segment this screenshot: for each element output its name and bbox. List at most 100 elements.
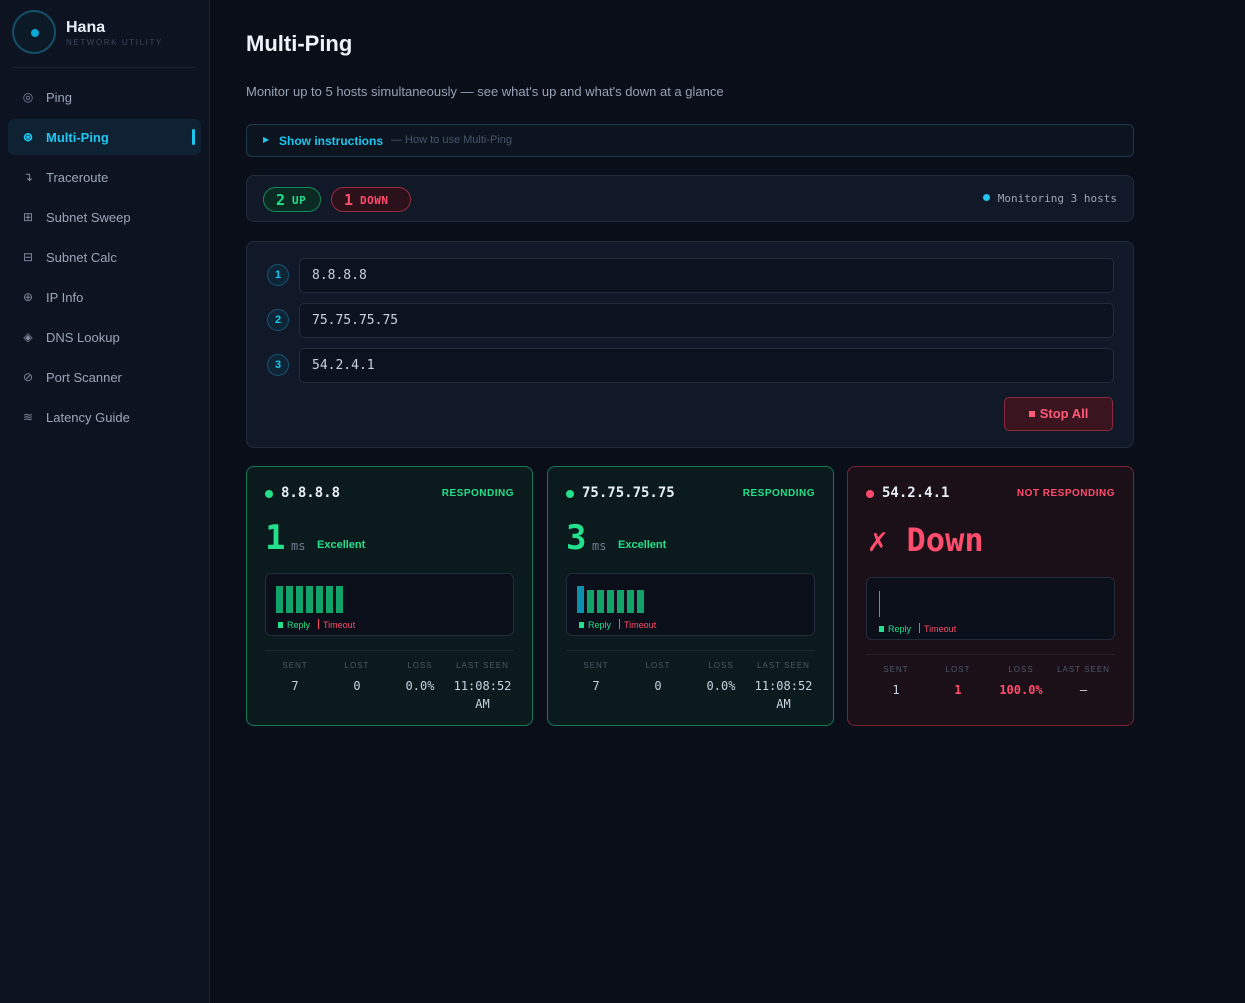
sidebar-item-label: Multi-Ping <box>46 130 109 145</box>
stat-last-seen: LAST SEEN — <box>1052 665 1115 699</box>
sidebar-item-label: Subnet Sweep <box>46 210 131 225</box>
host-row: 3 <box>267 348 1114 383</box>
sidebar-item-label: IP Info <box>46 290 84 305</box>
reply-bar <box>597 590 604 613</box>
monitoring-status: Monitoring 3 hosts <box>982 192 1117 205</box>
sidebar-item-multi-ping[interactable]: ⊛ Multi-Ping <box>8 119 201 155</box>
latency-value: 3 <box>566 518 587 558</box>
sidebar-item-ping[interactable]: ◎ Ping <box>8 79 201 115</box>
brand-subtitle: NETWORK UTILITY <box>66 38 163 47</box>
up-label: UP <box>292 194 307 207</box>
latency-unit: ms <box>592 539 607 553</box>
sidebar-item-subnet-sweep[interactable]: ⊞ Subnet Sweep <box>8 199 201 235</box>
host-index-badge: 3 <box>267 354 289 376</box>
stat-value: 11:08:52 AM <box>453 679 512 711</box>
stat-label: LOST <box>645 661 671 670</box>
subnet-sweep-icon: ⊞ <box>22 210 34 224</box>
host-input[interactable] <box>299 348 1114 383</box>
subnet-calc-icon: ⊟ <box>22 250 34 264</box>
legend-timeout: Timeout <box>619 619 656 630</box>
card-stats: SENT 7 LOST 0 LOSS 0.0% LAST SEEN 11:08:52 AM <box>566 650 815 711</box>
spark-legend: Reply Timeout <box>579 619 656 630</box>
host-card: 54.2.4.1 NOT RESPONDING ✗ Down Reply Timeout… <box>847 466 1134 726</box>
sidebar-item-label: Traceroute <box>46 170 109 185</box>
up-badge: 2 UP <box>263 187 321 212</box>
stat-last-seen: LAST SEEN 11:08:52 AM <box>752 661 815 713</box>
down-badge: 1 DOWN <box>331 187 411 212</box>
reply-bar <box>607 590 614 613</box>
page-title: Multi-Ping <box>246 31 353 56</box>
ping-icon: ◎ <box>22 90 34 104</box>
dns-lookup-icon: ◈ <box>23 330 33 344</box>
reply-bar <box>286 586 293 613</box>
stat-value: 7 <box>291 679 299 693</box>
stat-loss: LOSS 0.0% <box>690 661 752 695</box>
legend-reply: Reply <box>879 624 911 634</box>
stat-value: 100.0% <box>999 683 1043 697</box>
reply-bar <box>336 586 343 613</box>
stat-label: SENT <box>583 661 609 670</box>
card-status: RESPONDING <box>742 488 815 499</box>
sidebar: Hana NETWORK UTILITY ◎ Ping ⊛ Multi-Ping ↴ Tr… <box>0 0 210 1003</box>
spark-bars <box>577 582 777 613</box>
up-count: 2 <box>276 191 286 209</box>
sidebar-item-label: DNS Lookup <box>46 330 120 345</box>
status-dot-icon <box>265 490 273 498</box>
card-host-name: 54.2.4.1 <box>882 485 950 501</box>
status-summary: 2 UP 1 DOWN Monitoring 3 hosts <box>246 175 1134 222</box>
stat-sent: SENT 1 <box>866 665 926 699</box>
latency-guide-icon: ≋ <box>22 410 34 424</box>
stat-value: 1 <box>954 683 962 697</box>
sidebar-item-port-scanner[interactable]: ⊘ Port Scanner <box>8 359 201 395</box>
sidebar-item-dns-lookup[interactable]: ◈ DNS Lookup <box>8 319 201 355</box>
sidebar-item-traceroute[interactable]: ↴ Traceroute <box>8 159 201 195</box>
host-row: 2 <box>267 303 1114 338</box>
stat-label: LAST SEEN <box>1057 665 1110 674</box>
status-dot-icon <box>566 490 574 498</box>
latency-quality: Excellent <box>317 539 366 551</box>
live-dot-icon <box>982 194 990 201</box>
stat-lost: LOST 0 <box>628 661 688 695</box>
stat-value: 11:08:52 AM <box>754 679 813 711</box>
page-subtitle: Monitor up to 5 hosts simultaneously — s… <box>246 84 724 99</box>
multi-ping-icon: ⊛ <box>22 130 34 144</box>
latency-sparkline: Reply Timeout <box>265 573 514 636</box>
down-count: 1 <box>344 191 354 209</box>
logo-icon <box>12 10 56 54</box>
brand: Hana NETWORK UTILITY <box>12 10 196 68</box>
reply-bar <box>326 586 333 613</box>
reply-bar <box>627 590 634 613</box>
host-row: 1 <box>267 258 1114 293</box>
stat-value: 0 <box>353 679 361 693</box>
stat-lost: LOST 0 <box>327 661 387 695</box>
host-card: 75.75.75.75 RESPONDING 3 ms Excellent Reply Ti… <box>547 466 834 726</box>
sidebar-item-subnet-calc[interactable]: ⊟ Subnet Calc <box>8 239 201 275</box>
stat-label: LAST SEEN <box>456 661 509 670</box>
brand-name: Hana <box>66 19 106 36</box>
latency-sparkline: Reply Timeout <box>866 577 1115 640</box>
reply-bar <box>577 586 584 613</box>
sidebar-item-latency-guide[interactable]: ≋ Latency Guide <box>8 399 201 435</box>
card-status: RESPONDING <box>441 488 514 499</box>
stat-sent: SENT 7 <box>566 661 626 695</box>
stop-all-button[interactable]: Stop All <box>1004 397 1113 431</box>
latency-value: 1 <box>265 518 286 558</box>
host-input[interactable] <box>299 258 1114 293</box>
card-status: NOT RESPONDING <box>1016 488 1115 499</box>
status-dot-icon <box>866 490 874 498</box>
show-instructions-toggle[interactable]: ▶ Show instructions — How to use Multi-P… <box>246 124 1134 157</box>
reply-bar <box>587 590 594 613</box>
sidebar-item-ip-info[interactable]: ⊕ IP Info <box>8 279 201 315</box>
reply-bar <box>276 586 283 613</box>
stop-icon <box>1028 411 1035 417</box>
sidebar-item-label: Latency Guide <box>46 410 130 425</box>
reply-bar <box>316 586 323 613</box>
host-index-badge: 2 <box>267 309 289 331</box>
sidebar-item-label: Ping <box>46 90 73 105</box>
reply-bar <box>306 586 313 613</box>
monitoring-text: Monitoring 3 hosts <box>997 192 1117 205</box>
host-input[interactable] <box>299 303 1114 338</box>
stat-label: LOSS <box>708 661 734 670</box>
legend-timeout: Timeout <box>919 623 956 634</box>
stat-label: LOST <box>344 661 370 670</box>
